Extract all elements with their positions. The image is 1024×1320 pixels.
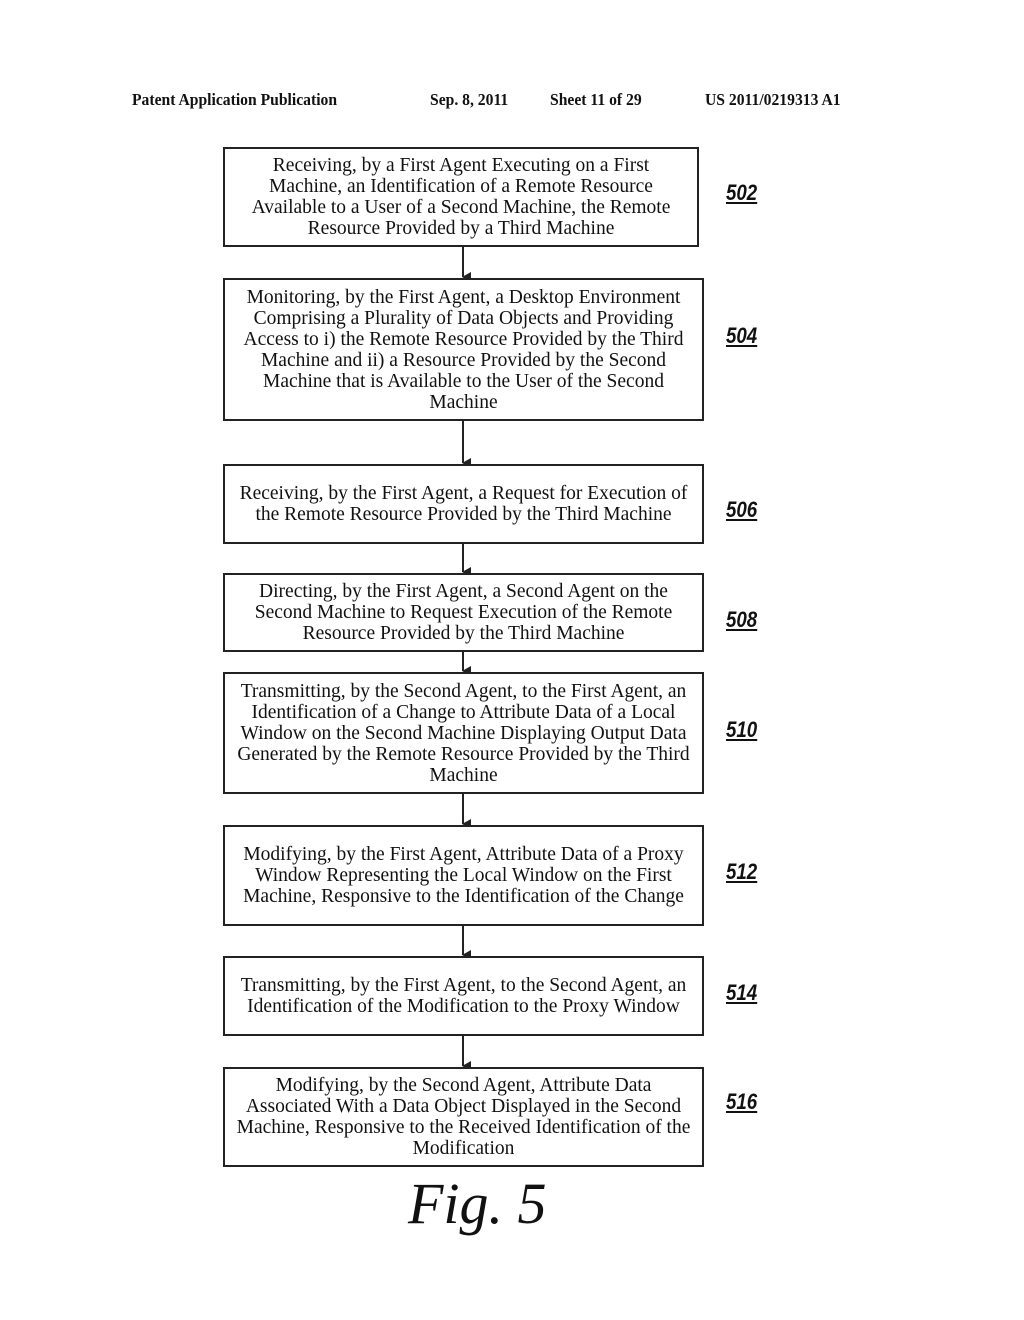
step-ref-504: 504 bbox=[726, 323, 758, 348]
step-text: Transmitting, by the Second Agent, to th… bbox=[237, 680, 690, 786]
step-ref-516: 516 bbox=[726, 1089, 758, 1114]
sheet-number: Sheet 11 of 29 bbox=[550, 90, 642, 109]
publication-type: Patent Application Publication bbox=[132, 90, 338, 109]
step-box-504: Monitoring, by the First Agent, a Deskto… bbox=[223, 278, 704, 421]
step-text: Modifying, by the Second Agent, Attribut… bbox=[236, 1075, 691, 1159]
step-text: Receiving, by a First Agent Executing on… bbox=[251, 155, 671, 239]
step-ref-506: 506 bbox=[726, 497, 758, 522]
step-ref-514: 514 bbox=[726, 980, 758, 1005]
step-text: Transmitting, by the First Agent, to the… bbox=[240, 975, 687, 1017]
figure-label: Fig. 5 bbox=[408, 1171, 547, 1236]
step-box-510: Transmitting, by the Second Agent, to th… bbox=[223, 672, 704, 794]
step-ref-510: 510 bbox=[726, 717, 758, 742]
step-box-514: Transmitting, by the First Agent, to the… bbox=[223, 956, 704, 1036]
step-box-508: Directing, by the First Agent, a Second … bbox=[223, 573, 704, 652]
step-ref-502: 502 bbox=[726, 180, 758, 205]
step-box-516: Modifying, by the Second Agent, Attribut… bbox=[223, 1067, 704, 1167]
step-box-502: Receiving, by a First Agent Executing on… bbox=[223, 147, 699, 247]
step-ref-508: 508 bbox=[726, 607, 758, 632]
step-box-512: Modifying, by the First Agent, Attribute… bbox=[223, 825, 704, 926]
publication-date: Sep. 8, 2011 bbox=[430, 90, 509, 109]
step-text: Receiving, by the First Agent, a Request… bbox=[239, 483, 688, 525]
step-text: Monitoring, by the First Agent, a Deskto… bbox=[243, 286, 684, 413]
patent-number: US 2011/0219313 A1 bbox=[705, 90, 841, 109]
step-text: Directing, by the First Agent, a Second … bbox=[254, 581, 673, 644]
step-box-506: Receiving, by the First Agent, a Request… bbox=[223, 464, 704, 544]
step-ref-512: 512 bbox=[726, 859, 758, 884]
step-text: Modifying, by the First Agent, Attribute… bbox=[243, 844, 684, 907]
page-header: Patent Application Publication Sep. 8, 2… bbox=[0, 90, 1024, 114]
